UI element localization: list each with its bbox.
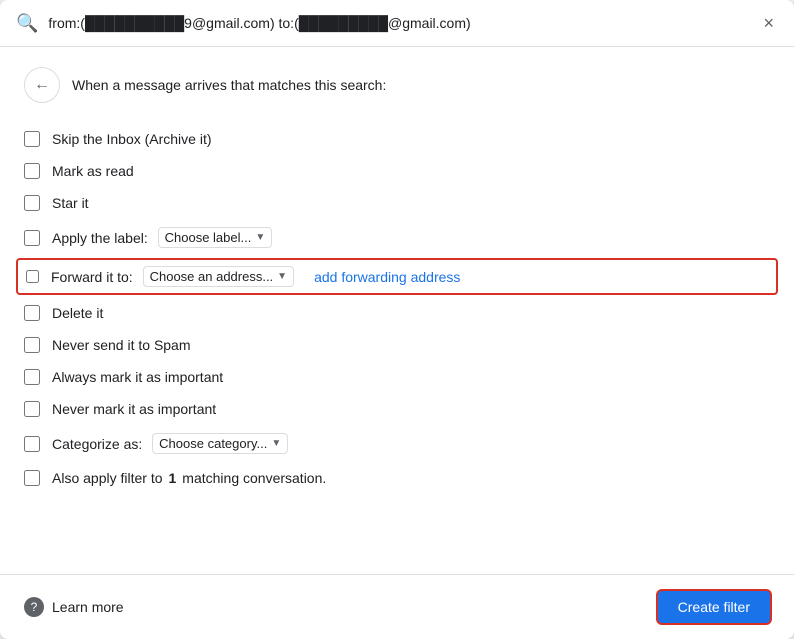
option-row-skip-inbox: Skip the Inbox (Archive it)	[24, 123, 770, 155]
filter-dialog: 🔍 from:(██████████9@gmail.com) to:(█████…	[0, 0, 794, 639]
learn-more-section: ? Learn more	[24, 597, 124, 617]
checkbox-mark-read[interactable]	[24, 163, 40, 179]
option-row-star-it: Star it	[24, 187, 770, 219]
checkbox-apply-label[interactable]	[24, 230, 40, 246]
choose-label-text: Choose label...	[165, 230, 252, 245]
option-row-delete-it: Delete it	[24, 297, 770, 329]
label-delete-it: Delete it	[52, 305, 103, 321]
search-bar: 🔍 from:(██████████9@gmail.com) to:(█████…	[0, 0, 794, 47]
choose-category-arrow: ▼	[271, 438, 281, 449]
option-row-never-important: Never mark it as important	[24, 393, 770, 425]
label-mark-read: Mark as read	[52, 163, 134, 179]
header-description: When a message arrives that matches this…	[72, 77, 386, 93]
choose-label-dropdown[interactable]: Choose label... ▼	[158, 227, 273, 248]
checkbox-never-spam[interactable]	[24, 337, 40, 353]
checkbox-star-it[interactable]	[24, 195, 40, 211]
forward-it-inner: Forward it to: Choose an address... ▼ ad…	[26, 266, 768, 287]
label-forward-it: Forward it to: Choose an address... ▼	[51, 266, 294, 287]
option-row-always-important: Always mark it as important	[24, 361, 770, 393]
choose-address-text: Choose an address...	[150, 269, 274, 284]
checkbox-also-apply[interactable]	[24, 470, 40, 486]
checkbox-skip-inbox[interactable]	[24, 131, 40, 147]
label-never-spam: Never send it to Spam	[52, 337, 191, 353]
label-always-important: Always mark it as important	[52, 369, 223, 385]
forward-it-row-highlighted: Forward it to: Choose an address... ▼ ad…	[16, 258, 778, 295]
option-row-categorize-as: Categorize as: Choose category... ▼	[24, 425, 770, 462]
choose-category-dropdown[interactable]: Choose category... ▼	[152, 433, 288, 454]
label-categorize-as: Categorize as: Choose category... ▼	[52, 433, 288, 454]
back-button[interactable]: ←	[24, 67, 60, 103]
add-forwarding-address-link[interactable]: add forwarding address	[314, 269, 460, 285]
close-button[interactable]: ×	[759, 10, 778, 36]
choose-address-dropdown[interactable]: Choose an address... ▼	[143, 266, 294, 287]
choose-label-arrow: ▼	[255, 232, 265, 243]
checkbox-categorize-as[interactable]	[24, 436, 40, 452]
label-also-apply: Also apply filter to 1 matching conversa…	[52, 470, 326, 486]
option-row-also-apply: Also apply filter to 1 matching conversa…	[24, 462, 770, 494]
matching-count: 1	[169, 470, 177, 486]
choose-category-text: Choose category...	[159, 436, 267, 451]
label-skip-inbox: Skip the Inbox (Archive it)	[52, 131, 212, 147]
option-row-apply-label: Apply the label: Choose label... ▼	[24, 219, 770, 256]
options-list: Skip the Inbox (Archive it) Mark as read…	[24, 123, 770, 494]
search-icon: 🔍	[16, 13, 38, 34]
learn-more-label: Learn more	[52, 599, 124, 615]
option-row-never-spam: Never send it to Spam	[24, 329, 770, 361]
header-row: ← When a message arrives that matches th…	[24, 67, 770, 103]
label-never-important: Never mark it as important	[52, 401, 216, 417]
dialog-content: ← When a message arrives that matches th…	[0, 47, 794, 574]
checkbox-always-important[interactable]	[24, 369, 40, 385]
dialog-footer: ? Learn more Create filter	[0, 574, 794, 639]
checkbox-delete-it[interactable]	[24, 305, 40, 321]
checkbox-never-important[interactable]	[24, 401, 40, 417]
checkbox-forward-it[interactable]	[26, 270, 39, 283]
search-query: from:(██████████9@gmail.com) to:(███████…	[48, 15, 749, 31]
option-row-mark-read: Mark as read	[24, 155, 770, 187]
help-icon[interactable]: ?	[24, 597, 44, 617]
choose-address-arrow: ▼	[277, 271, 287, 282]
label-apply-label: Apply the label: Choose label... ▼	[52, 227, 272, 248]
label-star-it: Star it	[52, 195, 89, 211]
create-filter-button[interactable]: Create filter	[658, 591, 770, 623]
